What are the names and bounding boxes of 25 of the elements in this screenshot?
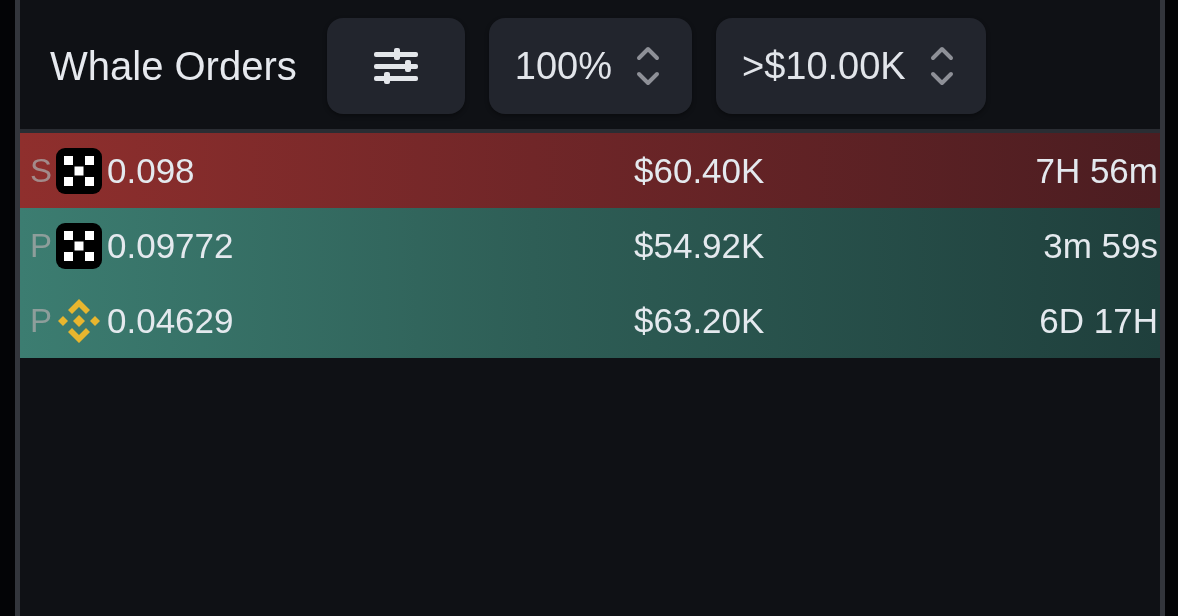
amount-text: $63.20K — [634, 300, 765, 341]
order-row[interactable]: S 0.098 $60.40K 7H 56m — [20, 133, 1160, 208]
market-letter: P — [30, 301, 53, 340]
sliders-icon — [373, 48, 418, 84]
amount-text: $54.92K — [634, 225, 765, 266]
age-text: 6D 17H — [1039, 300, 1158, 341]
checker-logo-icon — [56, 222, 102, 269]
up-down-chevron-icon — [929, 44, 954, 88]
market-letter: S — [30, 151, 53, 190]
price-text: 0.09772 — [106, 225, 235, 266]
checker-logo-icon — [56, 147, 102, 194]
age-text: 3m 59s — [1043, 225, 1158, 266]
price-text: 0.098 — [106, 150, 196, 191]
filter-select[interactable]: 100% — [488, 18, 692, 114]
age-text: 7H 56m — [1035, 150, 1158, 191]
up-down-chevron-icon — [635, 44, 660, 88]
order-row[interactable]: P 0.09772 $54.92K 3m 59s — [20, 208, 1160, 283]
filter-button[interactable] — [326, 18, 465, 114]
market-letter: P — [30, 226, 53, 265]
filter-select[interactable]: >$10.00K — [715, 18, 986, 114]
panel-title: Whale Orders — [50, 43, 297, 89]
price-text: 0.04629 — [106, 300, 235, 341]
amount-text: $60.40K — [634, 150, 765, 191]
diamond-logo-icon — [56, 297, 102, 344]
order-row[interactable]: P 0.04629 $63.20K 6D 17H — [20, 283, 1160, 358]
